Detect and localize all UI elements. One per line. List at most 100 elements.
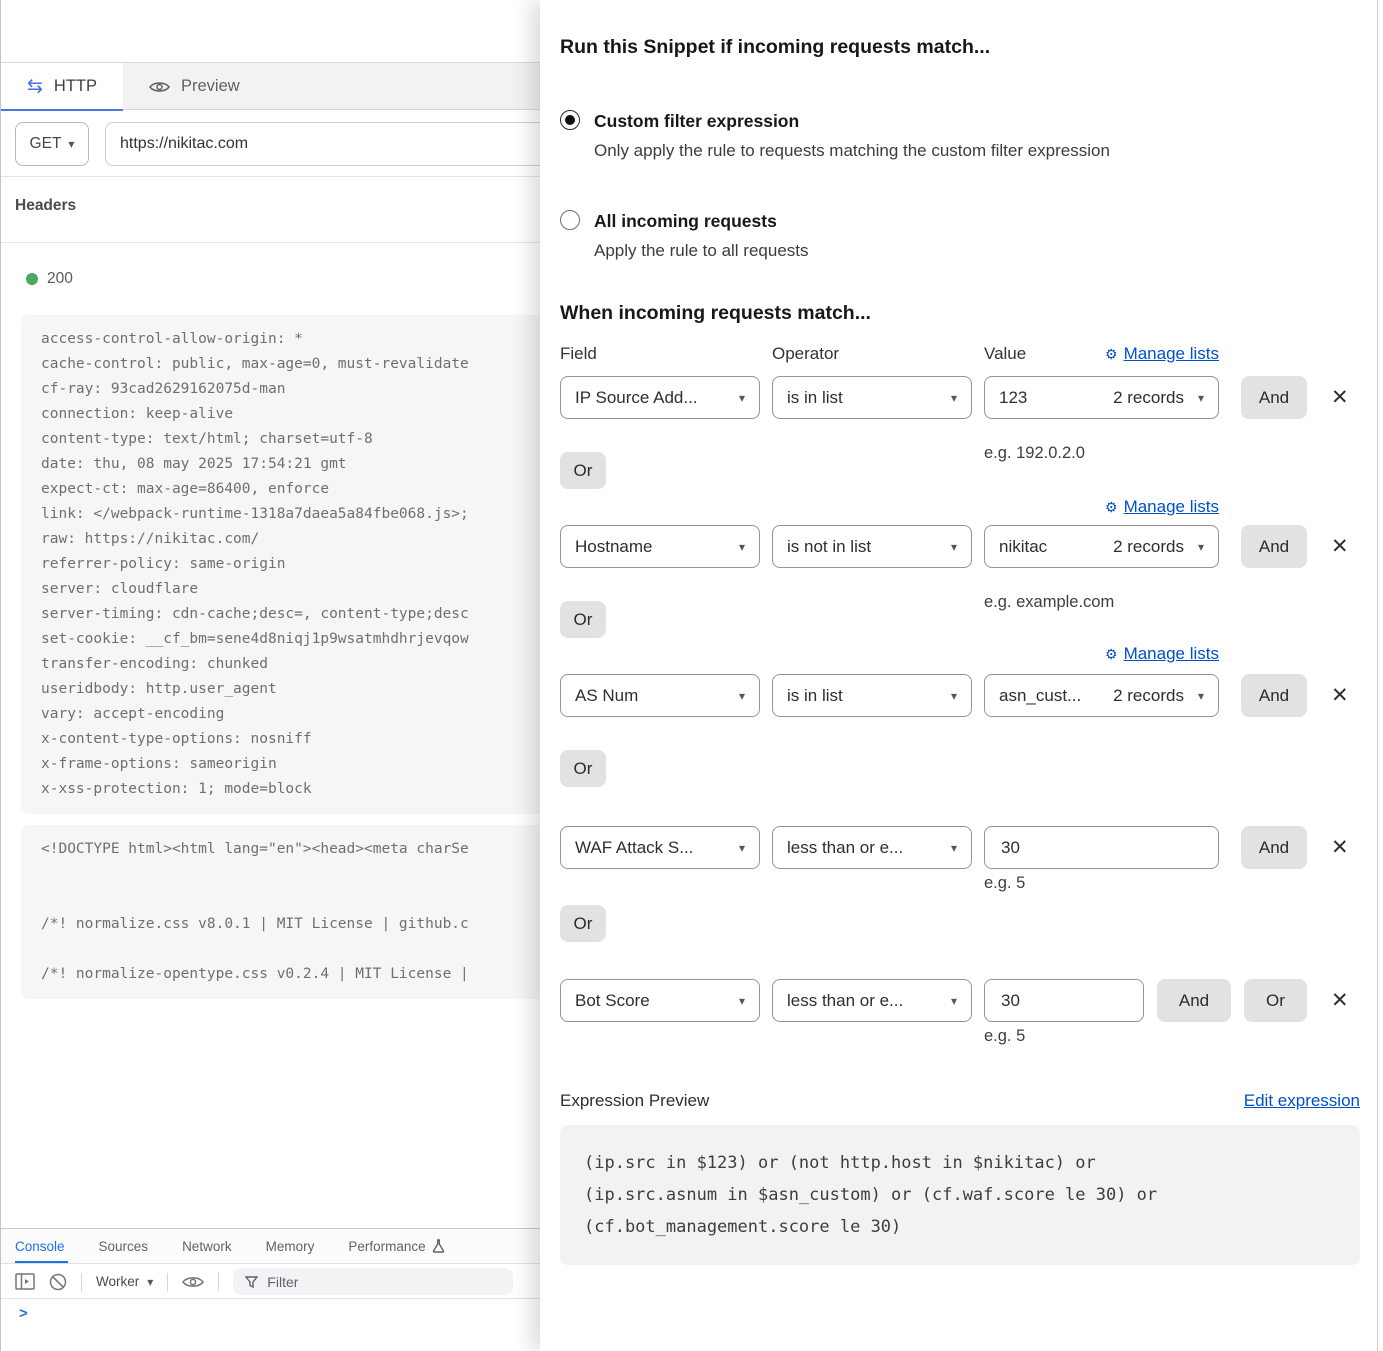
eye-icon	[149, 80, 170, 94]
status-row: 200	[26, 270, 73, 288]
value-input[interactable]	[984, 826, 1219, 869]
remove-row-icon[interactable]: ✕	[1331, 990, 1349, 1011]
toggle-sidebar-icon[interactable]	[15, 1273, 35, 1290]
field-column-label: Field	[560, 344, 772, 364]
devtools-tab-memory[interactable]: Memory	[266, 1229, 332, 1263]
operator-select[interactable]: less than or e... ▾	[772, 826, 972, 869]
url-input[interactable]	[105, 122, 575, 166]
or-button[interactable]: Or	[1244, 979, 1307, 1022]
value-list-select[interactable]: nikitac 2 records ▾	[984, 525, 1219, 568]
and-button[interactable]: And	[1241, 674, 1307, 717]
divider	[218, 1273, 219, 1291]
field-select[interactable]: Bot Score ▾	[560, 979, 760, 1022]
http-tester-pane: ⇆ HTTP Preview GET ▾ Headers 200 access-…	[0, 0, 560, 1351]
records-count: 2 records	[1113, 388, 1184, 408]
option-all-requests[interactable]: All incoming requests Apply the rule to …	[560, 208, 1364, 262]
divider	[81, 1273, 82, 1291]
remove-row-icon[interactable]: ✕	[1331, 536, 1349, 557]
eye-watch-icon[interactable]	[182, 1275, 204, 1289]
option-description: Apply the rule to all requests	[594, 239, 809, 262]
chevron-down-icon: ▾	[739, 994, 745, 1008]
expression-preview-label: Expression Preview	[560, 1091, 709, 1111]
console-prompt[interactable]: >	[19, 1305, 28, 1322]
rule-row-5: Bot Score ▾ less than or e... ▾ And Or ✕	[560, 979, 1364, 1022]
remove-row-icon[interactable]: ✕	[1331, 837, 1349, 858]
operator-select[interactable]: is in list ▾	[772, 376, 972, 419]
radio-selected-icon[interactable]	[560, 110, 580, 130]
row-4-footer: Or	[560, 905, 1364, 942]
devtools-tab-performance[interactable]: Performance	[348, 1229, 461, 1263]
headers-section-label: Headers	[15, 197, 76, 215]
method-select[interactable]: GET ▾	[15, 122, 89, 166]
gear-icon: ⚙	[1105, 646, 1118, 663]
value-column-label: Value	[984, 344, 1105, 364]
edit-expression-link[interactable]: Edit expression	[1244, 1091, 1360, 1111]
value-hint: e.g. 192.0.2.0	[984, 444, 1085, 463]
flask-icon	[432, 1239, 445, 1253]
remove-row-icon[interactable]: ✕	[1331, 685, 1349, 706]
snippet-rule-panel: Run this Snippet if incoming requests ma…	[540, 0, 1383, 1351]
manage-lists-link[interactable]: ⚙ Manage lists	[1105, 344, 1219, 364]
chevron-down-icon: ▾	[147, 1275, 153, 1289]
field-select[interactable]: IP Source Add... ▾	[560, 376, 760, 419]
clear-console-icon[interactable]	[49, 1273, 67, 1291]
or-button[interactable]: Or	[560, 601, 606, 638]
operator-select[interactable]: less than or e... ▾	[772, 979, 972, 1022]
chevron-down-icon: ▾	[951, 841, 957, 855]
rule-row-4: WAF Attack S... ▾ less than or e... ▾ An…	[560, 826, 1364, 869]
or-button[interactable]: Or	[560, 905, 606, 942]
context-selector[interactable]: Worker ▾	[96, 1274, 153, 1289]
devtools-tab-sources[interactable]: Sources	[99, 1229, 166, 1263]
chevron-down-icon: ▾	[739, 391, 745, 405]
gear-icon: ⚙	[1105, 499, 1118, 516]
chevron-down-icon: ▾	[739, 689, 745, 703]
and-button[interactable]: And	[1241, 826, 1307, 869]
option-label: Custom filter expression	[594, 108, 1110, 134]
radio-unselected-icon[interactable]	[560, 210, 580, 230]
divider	[167, 1273, 168, 1291]
devtools-tabbar: Console Sources Network Memory Performan…	[1, 1229, 561, 1264]
tab-preview-label: Preview	[181, 77, 240, 96]
chevron-down-icon: ▾	[1198, 391, 1204, 405]
value-list-select[interactable]: 123 2 records ▾	[984, 376, 1219, 419]
field-select[interactable]: AS Num ▾	[560, 674, 760, 717]
status-ok-dot	[26, 273, 38, 285]
console-filter-input[interactable]: Filter	[233, 1268, 513, 1295]
gear-icon: ⚙	[1105, 346, 1118, 363]
chevron-down-icon: ▾	[951, 994, 957, 1008]
manage-lists-link[interactable]: ⚙ Manage lists	[560, 644, 1219, 664]
operator-select[interactable]: is in list ▾	[772, 674, 972, 717]
records-count: 2 records	[1113, 537, 1184, 557]
chevron-down-icon: ▾	[739, 540, 745, 554]
match-section-title: When incoming requests match...	[560, 302, 1364, 325]
or-button[interactable]: Or	[560, 452, 606, 489]
option-custom-filter[interactable]: Custom filter expression Only apply the …	[560, 108, 1364, 162]
option-description: Only apply the rule to requests matching…	[594, 139, 1110, 162]
row-1-footer: Or e.g. 192.0.2.0	[560, 443, 1364, 493]
column-labels: Field Operator Value ⚙ Manage lists	[560, 344, 1219, 364]
field-select[interactable]: Hostname ▾	[560, 525, 760, 568]
or-button[interactable]: Or	[560, 750, 606, 787]
field-select[interactable]: WAF Attack S... ▾	[560, 826, 760, 869]
method-label: GET	[30, 135, 62, 153]
operator-select[interactable]: is not in list ▾	[772, 525, 972, 568]
chevron-down-icon: ▾	[951, 540, 957, 554]
devtools-tab-network[interactable]: Network	[182, 1229, 249, 1263]
tab-http[interactable]: ⇆ HTTP	[1, 63, 123, 110]
devtools-tab-console[interactable]: Console	[15, 1229, 82, 1263]
row-2-footer: Or e.g. example.com	[560, 592, 1364, 642]
chevron-down-icon: ▾	[951, 391, 957, 405]
manage-lists-link[interactable]: ⚙ Manage lists	[560, 497, 1219, 517]
chevron-down-icon: ▾	[739, 841, 745, 855]
and-button[interactable]: And	[1241, 525, 1307, 568]
funnel-icon	[245, 1276, 258, 1288]
value-hint: e.g. 5	[984, 874, 1364, 893]
and-button[interactable]: And	[1241, 376, 1307, 419]
value-input[interactable]	[984, 979, 1144, 1022]
records-count: 2 records	[1113, 686, 1184, 706]
and-button[interactable]: And	[1157, 979, 1231, 1022]
expression-preview-code: (ip.src in $123) or (not http.host in $n…	[560, 1125, 1360, 1265]
remove-row-icon[interactable]: ✕	[1331, 387, 1349, 408]
tab-preview[interactable]: Preview	[123, 63, 266, 110]
value-list-select[interactable]: asn_cust... 2 records ▾	[984, 674, 1219, 717]
